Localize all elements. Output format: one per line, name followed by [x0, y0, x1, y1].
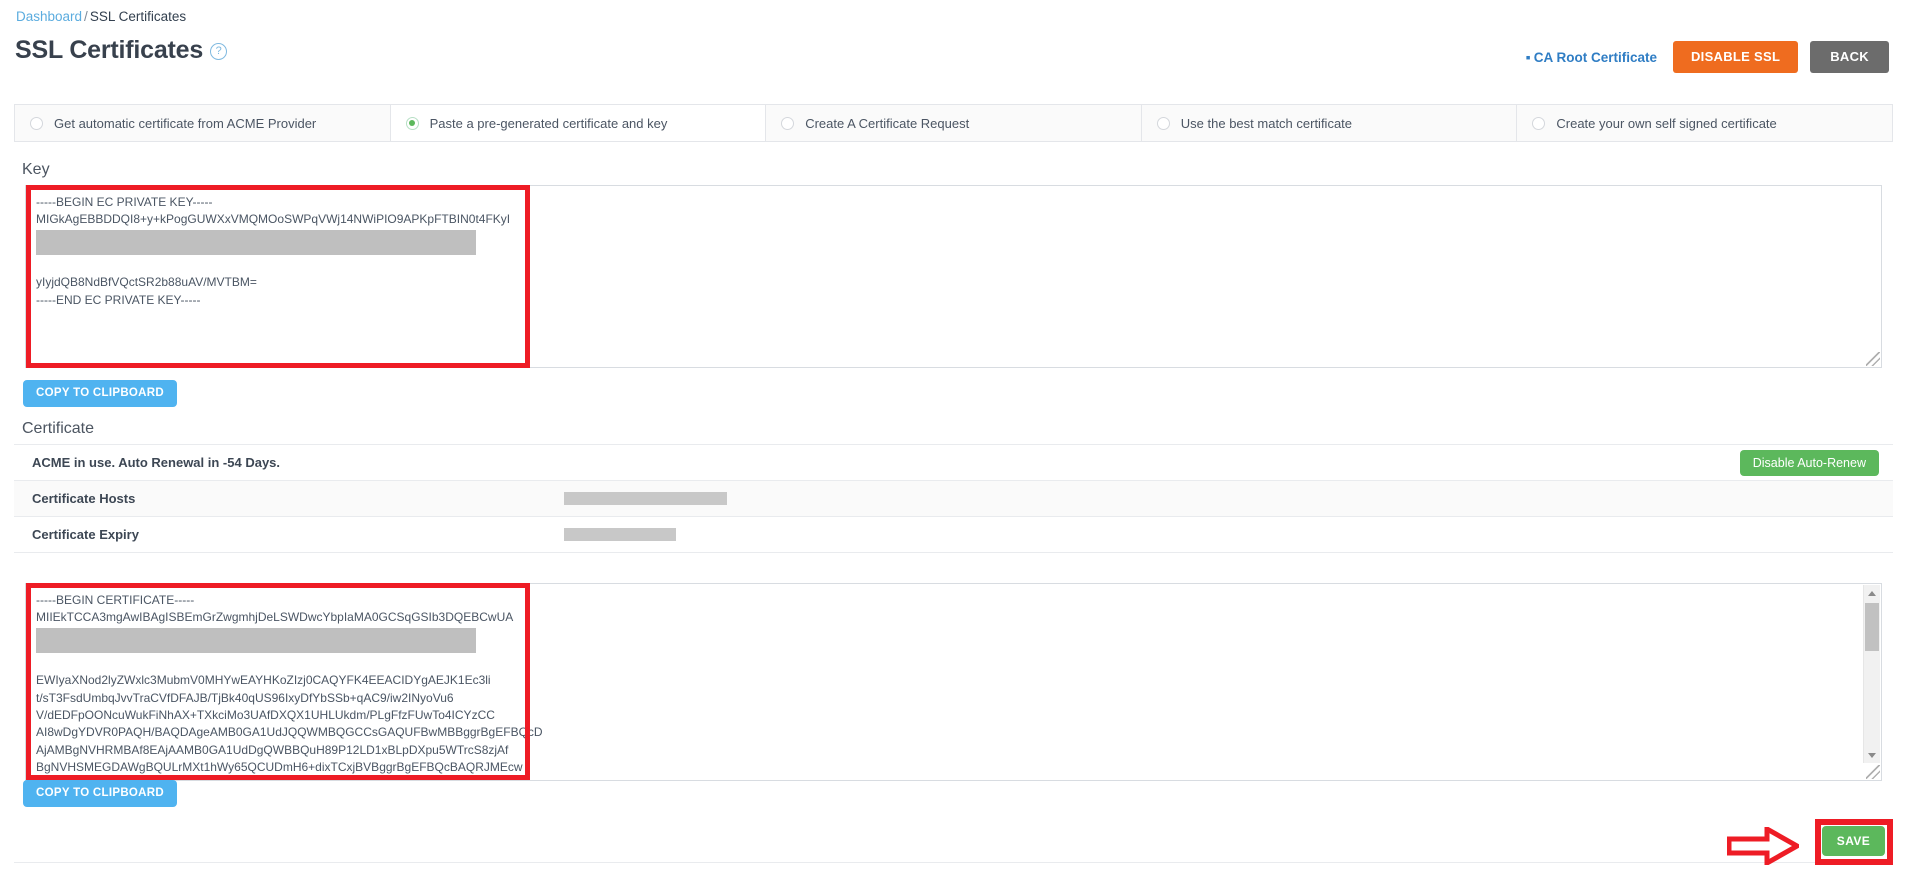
- acme-status-text: ACME in use. Auto Renewal in -54 Days.: [32, 455, 281, 470]
- certificate-line: -----BEGIN CERTIFICATE-----: [36, 593, 195, 607]
- copy-key-to-clipboard-button[interactable]: COPY TO CLIPBOARD: [23, 380, 177, 407]
- ca-root-certificate-link[interactable]: ▪ CA Root Certificate: [1526, 49, 1657, 65]
- certificate-line: V/dEDFpOONcuWukFiNhAX+TXkciMo3UAfDXQX1UH…: [36, 708, 495, 723]
- page-title-text: SSL Certificates: [15, 36, 204, 64]
- breadcrumb-separator: /: [84, 9, 88, 24]
- page-header: SSL Certificates? ▪ CA Root Certificate D…: [0, 36, 1907, 78]
- scroll-down-arrow-icon[interactable]: [1864, 747, 1880, 763]
- certificate-expiry-value-redacted: [564, 528, 676, 541]
- certificate-expiry-label: Certificate Expiry: [32, 527, 139, 542]
- certificate-hosts-label: Certificate Hosts: [32, 491, 136, 506]
- certificate-method-tabs: Get automatic certificate from ACME Prov…: [14, 104, 1893, 142]
- tab-label: Get automatic certificate from ACME Prov…: [54, 115, 317, 131]
- tab-label: Paste a pre-generated certificate and ke…: [429, 115, 668, 131]
- textarea-resize-handle[interactable]: [1866, 765, 1880, 779]
- radio-icon[interactable]: [1156, 116, 1170, 130]
- radio-icon[interactable]: [405, 116, 419, 130]
- tab-label: Create your own self signed certificate: [1556, 115, 1777, 131]
- certificate-hosts-value-redacted: [564, 492, 727, 505]
- tab-best-match-certificate[interactable]: Use the best match certificate: [1141, 105, 1518, 141]
- key-textarea[interactable]: -----BEGIN EC PRIVATE KEY----- MIGkAgEBB…: [25, 185, 1882, 368]
- bullet-icon: ▪: [1525, 49, 1531, 65]
- save-button[interactable]: SAVE: [1822, 826, 1885, 856]
- textarea-resize-handle[interactable]: [1866, 352, 1880, 366]
- right-arrow-annotation: [1727, 827, 1799, 865]
- ca-root-certificate-label: CA Root Certificate: [1533, 50, 1657, 65]
- key-line: -----END EC PRIVATE KEY-----: [36, 292, 201, 307]
- disable-auto-renew-button[interactable]: Disable Auto-Renew: [1739, 450, 1879, 476]
- breadcrumb-current: SSL Certificates: [89, 9, 187, 24]
- copy-certificate-to-clipboard-button[interactable]: COPY TO CLIPBOARD: [23, 780, 177, 807]
- key-line: yIyjdQB8NdBfVQctSR2b88uAV/MVTBM=: [36, 275, 257, 290]
- breadcrumb: Dashboard / SSL Certificates: [16, 9, 186, 25]
- header-actions: ▪ CA Root Certificate DISABLE SSL BACK: [1526, 41, 1889, 73]
- back-button[interactable]: BACK: [1810, 41, 1889, 73]
- certificate-line: MIIEkTCCA3mgAwIBAgISBEmGrZwgmhjDeLSWDwcY…: [36, 610, 514, 625]
- redacted-block: [36, 627, 476, 653]
- disable-ssl-button[interactable]: DISABLE SSL: [1672, 41, 1799, 73]
- table-row: Certificate Expiry: [14, 517, 1893, 553]
- radio-icon[interactable]: [781, 116, 795, 130]
- table-row-acme-status: ACME in use. Auto Renewal in -54 Days. D…: [14, 445, 1893, 481]
- redacted-block: [36, 229, 476, 255]
- certificate-line: t/sT3FsdUmbqJvvTraCVfDFAJB/TjBk40qUS96Ix…: [36, 690, 454, 705]
- question-circle-icon[interactable]: ?: [210, 43, 228, 60]
- certificate-info-table: ACME in use. Auto Renewal in -54 Days. D…: [14, 444, 1893, 553]
- page-title: SSL Certificates?: [15, 36, 228, 65]
- certificate-textarea-content: -----BEGIN CERTIFICATE----- MIIEkTCCA3mg…: [36, 592, 1859, 776]
- radio-icon[interactable]: [1532, 116, 1546, 130]
- certificate-section-label: Certificate: [22, 420, 95, 437]
- scroll-up-arrow-icon[interactable]: [1864, 585, 1880, 601]
- certificate-line: BgNVHSMEGDAWgBQULrMXt1hWy65QCUDmH6+dixTC…: [36, 760, 523, 775]
- tab-self-signed-certificate[interactable]: Create your own self signed certificate: [1517, 105, 1892, 141]
- footer-divider: [14, 862, 1893, 863]
- key-line: MIGkAgEBBDDQI8+y+kPogGUWXxVMQMOoSWPqVWj1…: [36, 212, 511, 227]
- tab-label: Use the best match certificate: [1180, 115, 1353, 131]
- certificate-textarea[interactable]: -----BEGIN CERTIFICATE----- MIIEkTCCA3mg…: [25, 583, 1882, 781]
- tab-paste-certificate[interactable]: Paste a pre-generated certificate and ke…: [390, 105, 767, 141]
- key-section-label: Key: [22, 161, 50, 178]
- tab-label: Create A Certificate Request: [805, 115, 970, 131]
- certificate-line: AjAMBgNVHRMBAf8EAjAAMB0GA1UdDgQWBBQuH89P…: [36, 742, 509, 757]
- tab-acme-provider[interactable]: Get automatic certificate from ACME Prov…: [15, 105, 391, 141]
- key-textarea-content: -----BEGIN EC PRIVATE KEY----- MIGkAgEBB…: [36, 194, 1859, 363]
- breadcrumb-link-dashboard[interactable]: Dashboard: [16, 9, 82, 24]
- radio-icon[interactable]: [30, 116, 43, 130]
- certificate-line: EWIyaXNod2lyZWxlc3MubmV0MHYwEAYHKoZIzj0C…: [36, 673, 491, 688]
- certificate-line: AI8wDgYDVR0PAQH/BAQDAgeAMB0GA1UdJQQWMBQG…: [36, 725, 543, 740]
- scrollbar-thumb[interactable]: [1865, 603, 1879, 651]
- table-row: Certificate Hosts: [14, 481, 1893, 517]
- certificate-textarea-scrollbar[interactable]: [1863, 585, 1880, 763]
- tab-create-certificate-request[interactable]: Create A Certificate Request: [766, 105, 1142, 141]
- key-line: -----BEGIN EC PRIVATE KEY-----: [36, 195, 213, 209]
